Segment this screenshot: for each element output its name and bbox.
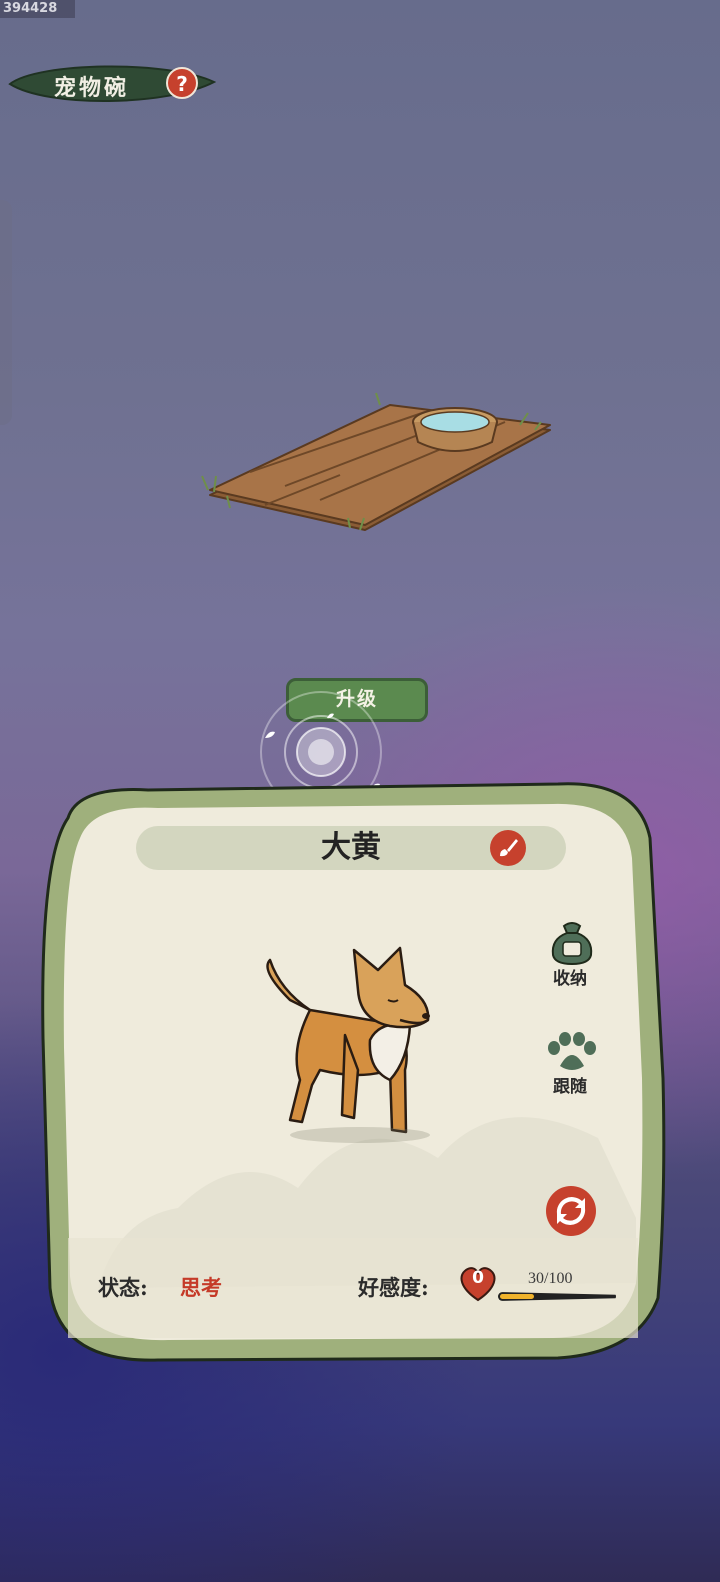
status-value: 思考: [180, 1275, 222, 1300]
store-label[interactable]: 收纳: [540, 964, 600, 989]
affinity-value: 30/100: [528, 1270, 573, 1287]
dog-pet-image[interactable]: [250, 930, 450, 1150]
pet-bowl-platform[interactable]: [190, 380, 560, 550]
page-title: 宠物碗: [54, 75, 130, 101]
question-icon[interactable]: ?: [166, 67, 198, 99]
screen-id-label: 394428: [0, 0, 75, 18]
affinity-level: 0: [472, 1268, 484, 1288]
follow-label[interactable]: 跟随: [540, 1072, 600, 1097]
status-label: 状态:: [98, 1275, 148, 1300]
brush-edit-icon[interactable]: [490, 830, 526, 866]
paw-icon[interactable]: [546, 1032, 598, 1072]
bag-icon[interactable]: [548, 918, 596, 966]
affinity-bar-fill: [500, 1294, 534, 1299]
side-drawer-handle[interactable]: [0, 200, 12, 425]
refresh-icon[interactable]: [546, 1186, 596, 1236]
affinity-label: 好感度:: [358, 1275, 429, 1300]
